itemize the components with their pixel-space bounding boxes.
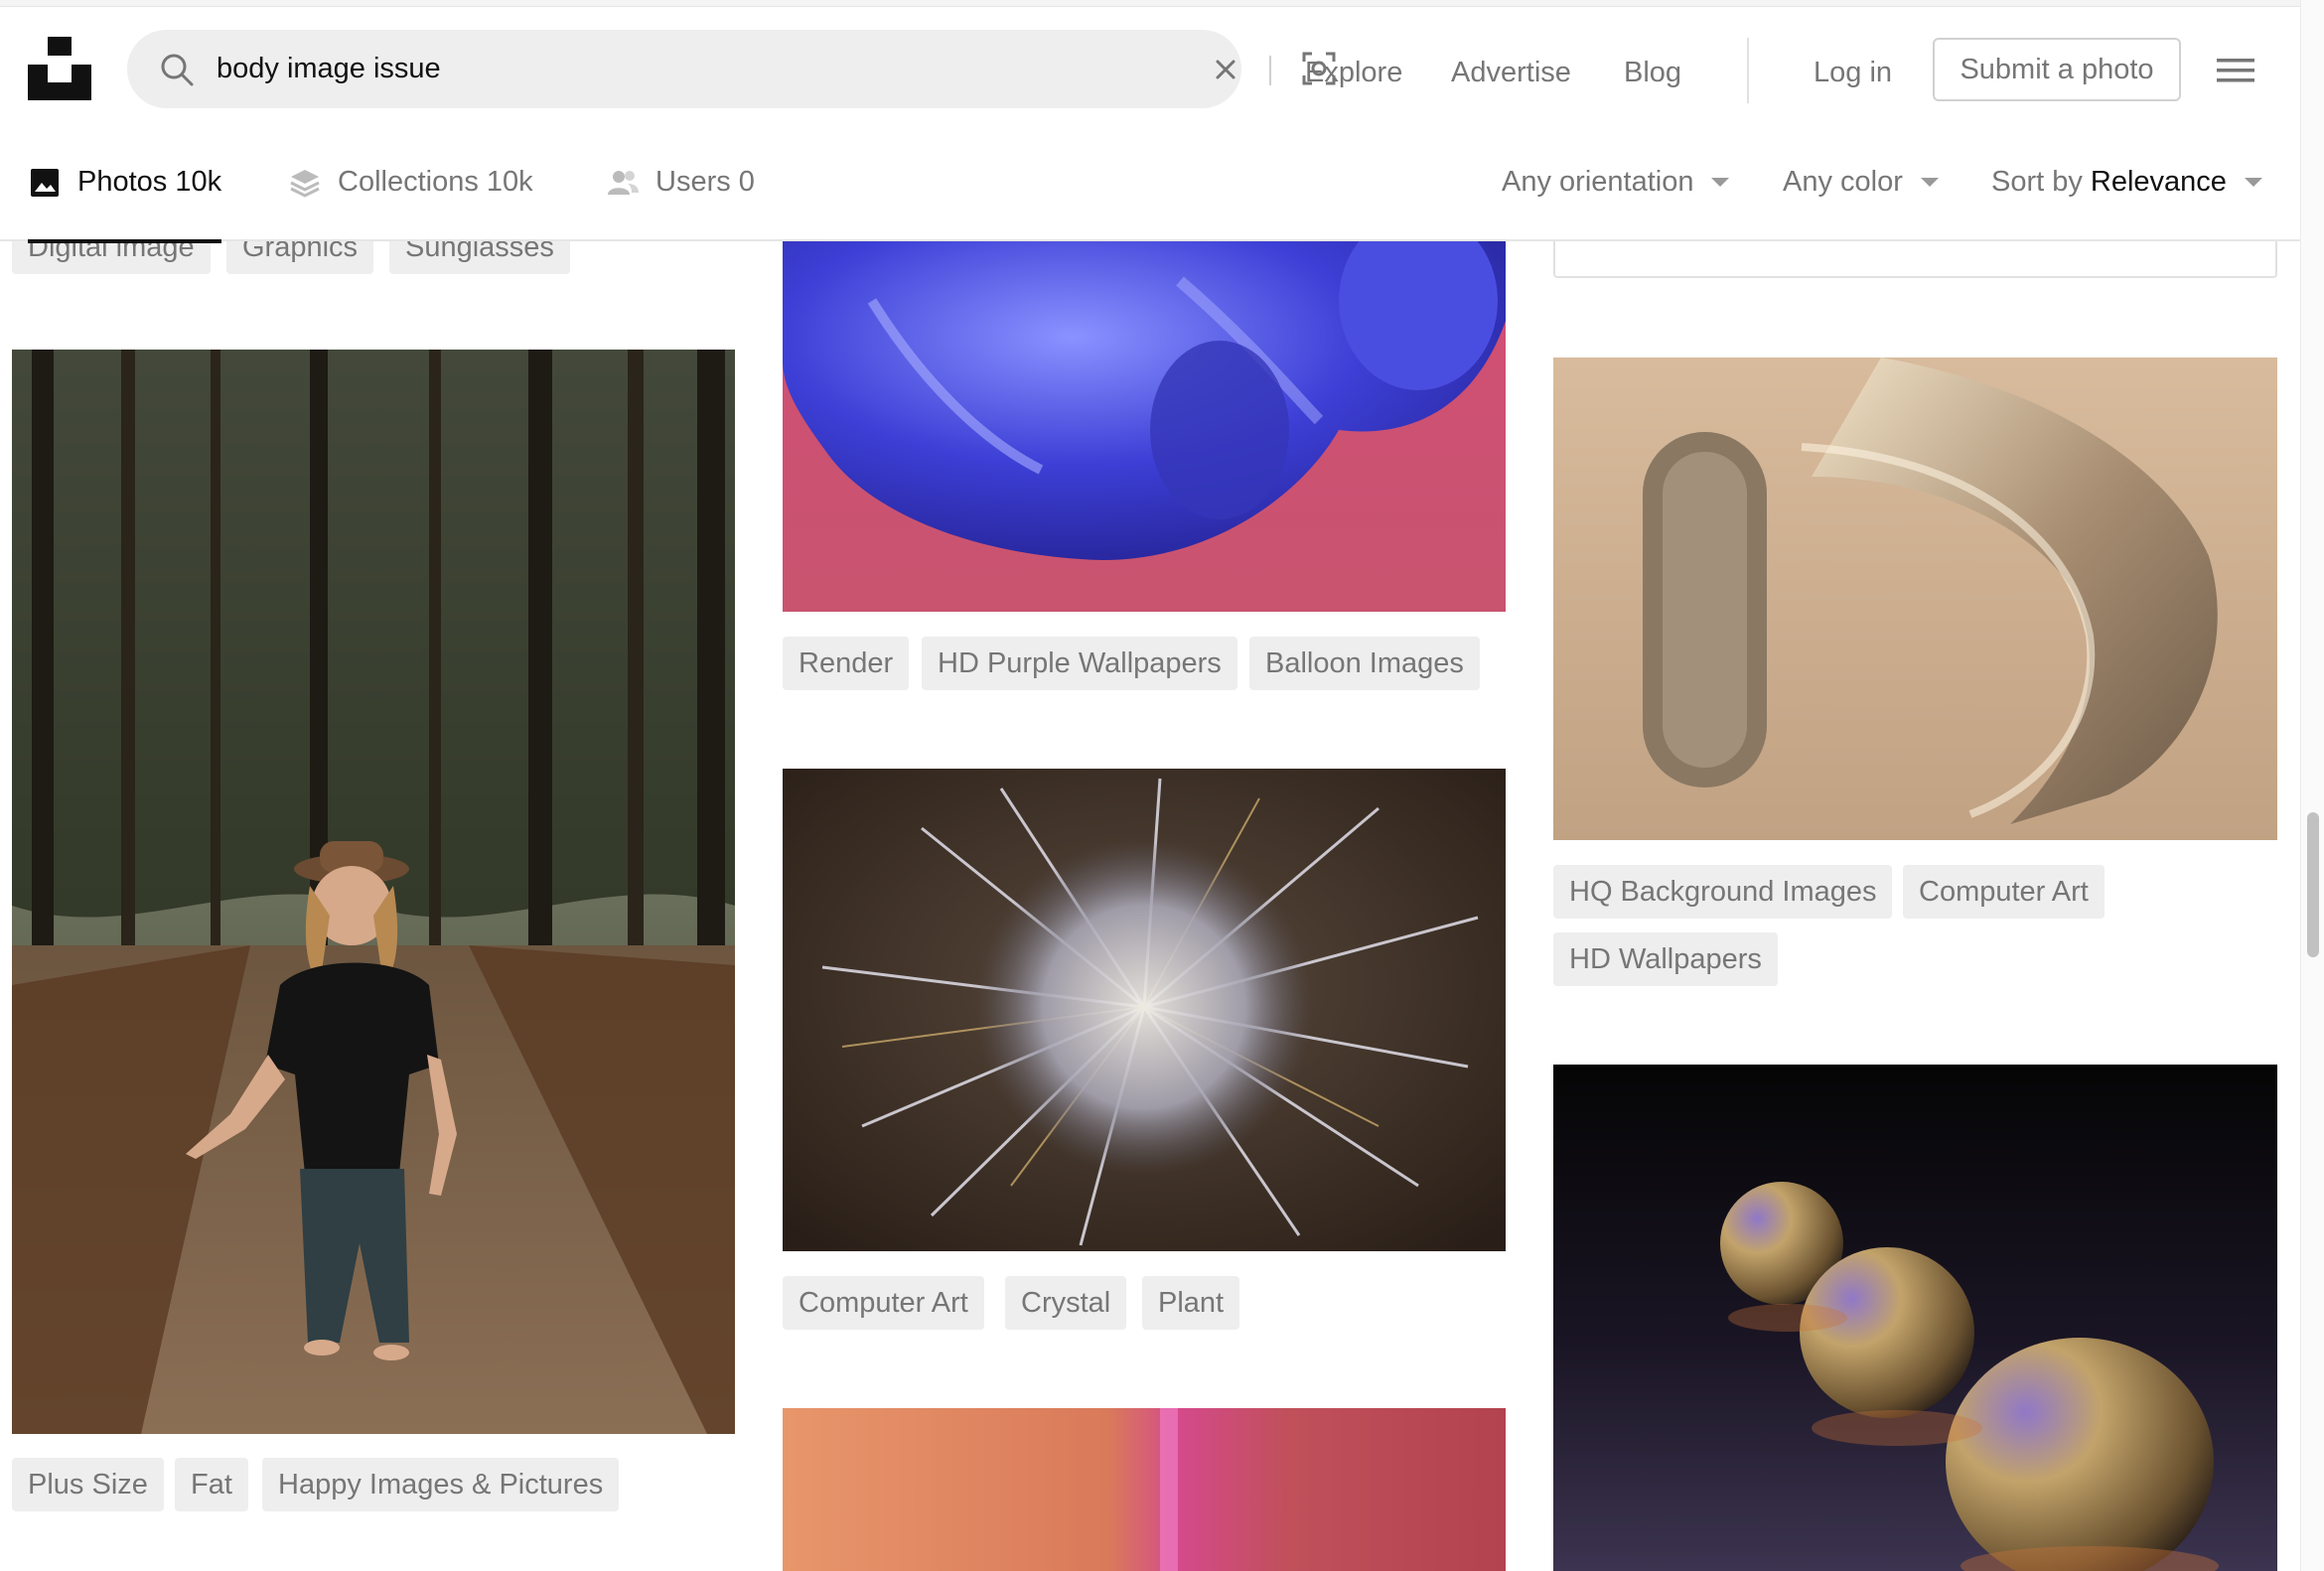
- photo-golden-tube-render[interactable]: [1553, 357, 2277, 840]
- hamburger-menu-icon[interactable]: [2217, 54, 2256, 87]
- tag-chip[interactable]: Fat: [175, 1458, 248, 1511]
- unsplash-logo[interactable]: [28, 37, 91, 100]
- tag-chip[interactable]: Computer Art: [1903, 865, 2105, 919]
- color-filter-dropdown[interactable]: Any color: [1783, 123, 1939, 241]
- photo-woman-forest-path[interactable]: [12, 350, 735, 1434]
- tag-chip[interactable]: HD Purple Wallpapers: [922, 637, 1237, 690]
- scrollbar-thumb[interactable]: [2307, 812, 2319, 957]
- tag-chip[interactable]: Render: [783, 637, 910, 690]
- tab-photos-label: Photos 10k: [77, 166, 222, 198]
- tab-users[interactable]: Users 0: [606, 123, 755, 241]
- orientation-filter-dropdown[interactable]: Any orientation: [1502, 123, 1730, 241]
- tab-photos[interactable]: Photos 10k: [28, 123, 222, 243]
- tab-users-label: Users 0: [655, 166, 755, 198]
- photo-orange-abstract[interactable]: [783, 1408, 1506, 1571]
- tab-collections[interactable]: Collections 10k: [288, 123, 533, 241]
- chevron-down-icon: [2244, 178, 2262, 187]
- photo-blue-3d-render[interactable]: [783, 241, 1506, 612]
- photo-silver-crystal-spikes[interactable]: [783, 769, 1506, 1251]
- tag-chip[interactable]: Computer Art: [783, 1276, 984, 1330]
- chevron-down-icon: [1920, 178, 1939, 187]
- submit-photo-button[interactable]: Submit a photo: [1933, 38, 2181, 101]
- sort-dropdown[interactable]: Sort by Relevance: [1991, 123, 2262, 241]
- sort-prefix-label: Sort by: [1991, 166, 2083, 198]
- nav-explore-link[interactable]: Explore: [1305, 56, 1402, 89]
- tag-chip[interactable]: Happy Images & Pictures: [262, 1458, 620, 1511]
- nav-advertise-link[interactable]: Advertise: [1451, 56, 1571, 89]
- tag-chip[interactable]: Crystal: [1005, 1276, 1127, 1330]
- search-input[interactable]: body image issue: [217, 50, 441, 87]
- nav-divider: [1747, 38, 1749, 103]
- tag-chip[interactable]: Plant: [1142, 1276, 1240, 1330]
- image-icon: [28, 166, 62, 200]
- search-icon[interactable]: [159, 52, 195, 87]
- sort-value-label: Relevance: [2090, 166, 2227, 198]
- site-header: body image issue Explore Advertise Blog …: [0, 8, 2300, 123]
- search-bar[interactable]: body image issue: [127, 30, 1336, 108]
- tag-chip[interactable]: HQ Background Images: [1553, 865, 1893, 919]
- window-top-edge: [0, 0, 2324, 7]
- tag-chip[interactable]: Plus Size: [12, 1458, 164, 1511]
- tab-collections-label: Collections 10k: [338, 166, 533, 198]
- nav-blog-link[interactable]: Blog: [1624, 56, 1681, 89]
- users-icon: [606, 166, 640, 200]
- login-link[interactable]: Log in: [1814, 56, 1892, 89]
- tag-chip[interactable]: HD Wallpapers: [1553, 932, 1778, 986]
- collections-icon: [288, 166, 322, 200]
- orientation-filter-label: Any orientation: [1502, 166, 1694, 198]
- search-divider: [1269, 56, 1271, 85]
- tag-chip[interactable]: Balloon Images: [1249, 637, 1480, 690]
- photo-golden-spheres[interactable]: [1553, 1065, 2277, 1571]
- close-icon[interactable]: [1208, 30, 1243, 108]
- color-filter-label: Any color: [1783, 166, 1903, 198]
- chevron-down-icon: [1711, 178, 1730, 187]
- page-scrollbar[interactable]: [2300, 0, 2324, 1571]
- results-tabs-bar: Photos 10k Collections 10k Users 0 Any o…: [0, 123, 2300, 243]
